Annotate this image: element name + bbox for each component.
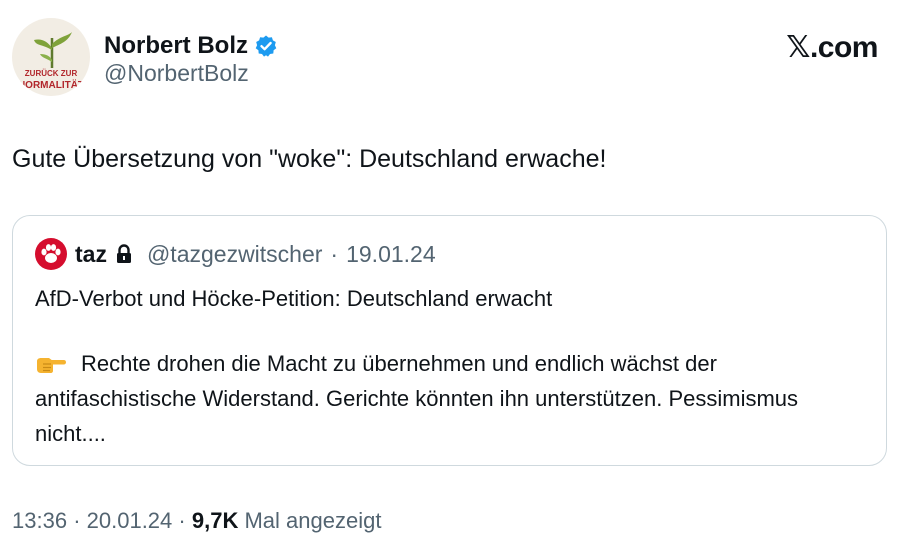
taz-paw-icon[interactable] xyxy=(35,238,67,270)
dot-separator: · xyxy=(178,508,186,533)
author-handle[interactable]: @NorbertBolz xyxy=(104,60,249,87)
dot-separator: · xyxy=(330,240,339,267)
avatar-text-2: NORMALITÄT xyxy=(18,78,84,91)
tweet-date[interactable]: 20.01.24 xyxy=(87,508,173,533)
views-label: Mal angezeigt xyxy=(244,508,382,533)
author-name-row[interactable]: Norbert Bolz xyxy=(104,32,278,60)
author-avatar[interactable]: ZURÜCK ZUR NORMALITÄT xyxy=(12,18,90,96)
quoted-author-handle[interactable]: @tazgezwitscher xyxy=(147,241,322,268)
avatar-logo: ZURÜCK ZUR NORMALITÄT xyxy=(18,32,84,91)
quoted-body-text: Rechte drohen die Macht zu übernehmen un… xyxy=(35,351,799,446)
avatar-text-1: ZURÜCK ZUR xyxy=(25,69,78,78)
lock-icon xyxy=(116,244,131,263)
tweet-meta: 13:36 · 20.01.24 · 9,7K Mal angezeigt xyxy=(12,508,381,534)
author-name[interactable]: Norbert Bolz xyxy=(104,32,248,60)
verified-badge-icon xyxy=(255,35,277,57)
dot-separator: · xyxy=(73,508,81,533)
tweet-time[interactable]: 13:36 xyxy=(12,508,67,533)
quoted-author-name[interactable]: taz xyxy=(75,241,107,268)
x-com-logo: 𝕏.com xyxy=(786,31,878,64)
quoted-date[interactable]: 19.01.24 xyxy=(346,241,436,268)
pointing-hand-icon xyxy=(37,358,66,373)
views-count: 9,7K xyxy=(191,508,239,533)
quoted-tweet-header: taz @tazgezwitscher · 19.01.24 xyxy=(35,238,436,270)
quoted-body: Rechte drohen die Macht zu übernehmen un… xyxy=(35,346,855,451)
quoted-headline: AfD-Verbot und Höcke-Petition: Deutschla… xyxy=(35,286,553,311)
tweet-text: Gute Übersetzung von "woke": Deutschland… xyxy=(12,145,607,173)
quoted-tweet-card[interactable]: taz @tazgezwitscher · 19.01.24 AfD-Verbo… xyxy=(12,215,887,466)
